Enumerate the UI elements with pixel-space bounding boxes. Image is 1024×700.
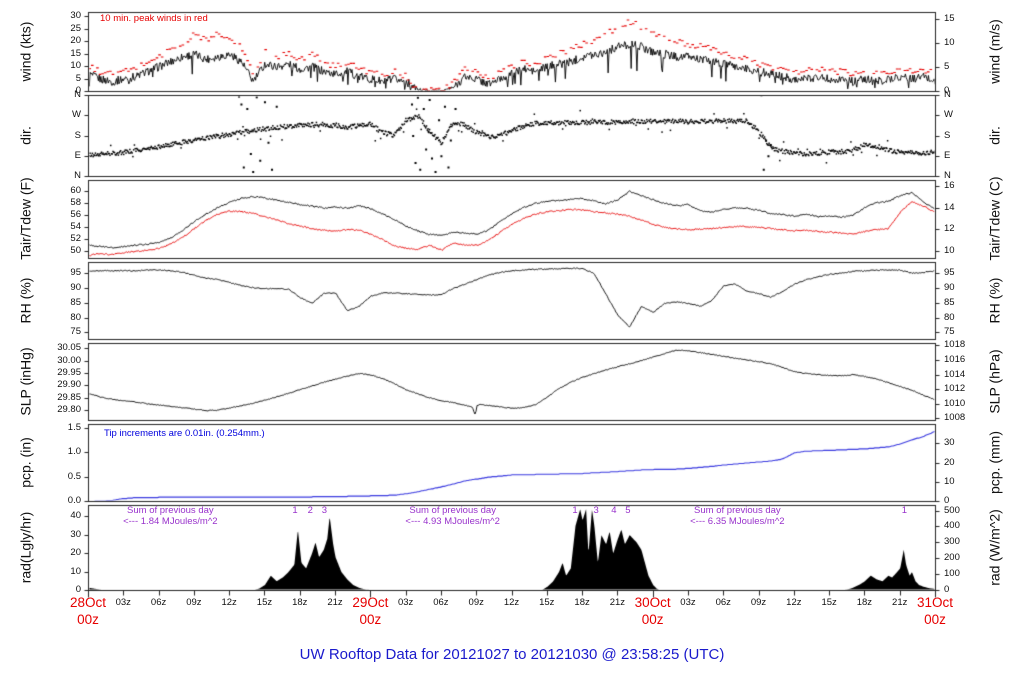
meteogram-figure: 0 5 10 15 20 25 30 0 5 10 15 wind (kts) wind (m/s) N E…	[0, 0, 1024, 700]
chart-title: UW Rooftop Data for 20121027 to 20121030…	[299, 646, 725, 663]
chart-canvas	[0, 0, 1024, 700]
